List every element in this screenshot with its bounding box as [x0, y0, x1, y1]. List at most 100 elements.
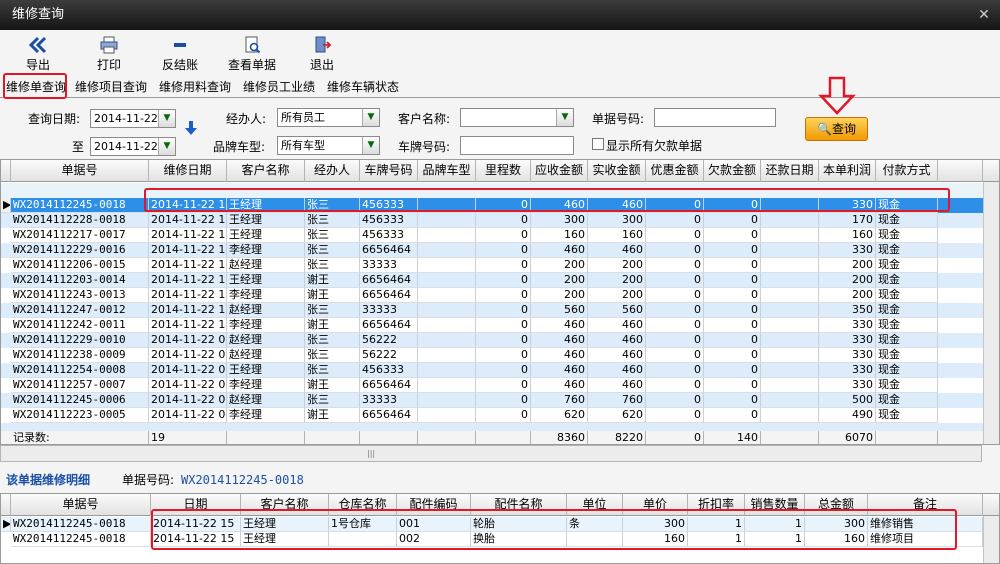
- table-cell: 现金: [876, 393, 938, 408]
- table-row[interactable]: WX2014112206-0015 2014-11-22 11 赵经理 张三 33333…: [1, 258, 983, 273]
- handler-select[interactable]: 所有员工 ▼: [277, 108, 380, 127]
- detail-column-header[interactable]: 配件名称: [471, 494, 567, 516]
- detail-cell: 条: [567, 517, 623, 532]
- chevron-down-icon[interactable]: ▼: [158, 138, 175, 155]
- tab-vehicle-status[interactable]: 维修车辆状态: [327, 78, 399, 95]
- column-header[interactable]: 品牌车型: [418, 160, 476, 182]
- main-horizontal-scrollbar[interactable]: |||: [0, 445, 982, 462]
- table-row[interactable]: WX2014112217-0017 2014-11-22 15 王经理 张三 45633…: [1, 228, 983, 243]
- detail-row[interactable]: ▶ WX2014112245-0018 2014-11-22 15 王经理 1号仓库 00…: [1, 517, 983, 532]
- detail-column-header[interactable]: 仓库名称: [329, 494, 397, 516]
- column-header[interactable]: 实收金额: [588, 160, 646, 182]
- plate-input[interactable]: [460, 136, 574, 155]
- detail-cell: 换胎: [471, 532, 567, 547]
- date-to-picker[interactable]: 2014-11-22 ▼: [90, 137, 176, 156]
- exit-button[interactable]: 退出: [308, 36, 336, 73]
- scroll-grip-icon[interactable]: |||: [367, 449, 375, 458]
- detail-cell: 160: [623, 532, 688, 547]
- table-cell: WX2014112247-0012: [11, 303, 149, 318]
- column-header[interactable]: 经办人: [305, 160, 360, 182]
- column-header[interactable]: 应收金额: [531, 160, 588, 182]
- tab-repair-item-query[interactable]: 维修项目查询: [75, 78, 147, 95]
- table-row[interactable]: WX2014112245-0006 2014-11-22 09 赵经理 张三 33333…: [1, 393, 983, 408]
- tab-repair-order-query[interactable]: 维修单查询: [6, 78, 66, 95]
- handler-value: 所有员工: [281, 111, 325, 124]
- table-cell: 张三: [305, 258, 360, 273]
- table-cell: WX2014112228-0018: [11, 213, 149, 228]
- export-label: 导出: [25, 58, 50, 72]
- column-header[interactable]: 客户名称: [227, 160, 305, 182]
- column-header[interactable]: 欠款金额: [704, 160, 761, 182]
- main-vertical-scrollbar[interactable]: [983, 182, 999, 444]
- table-cell: 2014-11-22 11: [149, 258, 227, 273]
- table-row[interactable]: WX2014112223-0005 2014-11-22 09 李经理 谢王 66564…: [1, 408, 983, 423]
- table-cell: 现金: [876, 318, 938, 333]
- view-document-button[interactable]: 查看单据: [226, 36, 278, 73]
- chevron-down-icon[interactable]: ▼: [158, 110, 175, 127]
- tab-repair-material-query[interactable]: 维修用料查询: [159, 78, 231, 95]
- detail-column-header[interactable]: 单价: [623, 494, 688, 516]
- table-cell: 赵经理: [227, 333, 305, 348]
- detail-column-header[interactable]: 配件编码: [397, 494, 471, 516]
- column-header[interactable]: 单据号: [11, 160, 149, 182]
- detail-column-header[interactable]: 总金额: [805, 494, 868, 516]
- table-cell: 2014-11-22 09: [149, 378, 227, 393]
- detail-row[interactable]: WX2014112245-0018 2014-11-22 15 王经理 002 换胎 16…: [1, 532, 983, 547]
- table-cell: 现金: [876, 258, 938, 273]
- detail-vertical-scrollbar[interactable]: [983, 516, 999, 563]
- column-header-filler: [938, 160, 983, 182]
- column-header[interactable]: 本单利润: [819, 160, 876, 182]
- table-cell: 0: [646, 333, 704, 348]
- chevron-down-icon[interactable]: ▼: [556, 109, 573, 126]
- query-button[interactable]: 🔍查询: [805, 117, 868, 141]
- table-row[interactable]: WX2014112243-0013 2014-11-22 10 李经理 谢王 66564…: [1, 288, 983, 303]
- export-button[interactable]: 导出: [24, 36, 52, 73]
- table-cell: 56222: [360, 333, 418, 348]
- table-row[interactable]: WX2014112254-0008 2014-11-22 09 王经理 张三 45633…: [1, 363, 983, 378]
- chevron-down-icon[interactable]: ▼: [362, 109, 379, 126]
- close-icon[interactable]: ✕: [976, 7, 992, 23]
- table-cell: 0: [704, 198, 761, 213]
- table-cell: 赵经理: [227, 303, 305, 318]
- table-cell: 33333: [360, 258, 418, 273]
- table-row[interactable]: WX2014112247-0012 2014-11-22 10 赵经理 张三 33333…: [1, 303, 983, 318]
- table-row[interactable]: WX2014112229-0016 2014-11-22 14 李经理 张三 66564…: [1, 243, 983, 258]
- tab-employee-performance[interactable]: 维修员工业绩: [243, 78, 315, 95]
- main-grid: 单据号 维修日期 客户名称 经办人 车牌号码 品牌车型 里程数 应收金额 实收金额 优惠金额 欠款金…: [0, 159, 1000, 445]
- chevron-down-icon[interactable]: ▼: [362, 137, 379, 154]
- table-cell: 0: [704, 288, 761, 303]
- detail-column-header[interactable]: 折扣率: [688, 494, 745, 516]
- detail-column-header[interactable]: 单位: [567, 494, 623, 516]
- customer-select[interactable]: ▼: [460, 108, 574, 127]
- print-button[interactable]: 打印: [94, 36, 124, 73]
- table-row[interactable]: WX2014112228-0018 2014-11-22 15 王经理 张三 45633…: [1, 213, 983, 228]
- column-header[interactable]: 还款日期: [761, 160, 819, 182]
- column-header[interactable]: 优惠金额: [646, 160, 704, 182]
- column-header[interactable]: 付款方式: [876, 160, 938, 182]
- date-from-picker[interactable]: 2014-11-22 ▼: [90, 109, 176, 128]
- detail-column-header[interactable]: 单据号: [11, 494, 151, 516]
- detail-cell: 维修项目: [868, 532, 983, 547]
- column-header[interactable]: 里程数: [476, 160, 531, 182]
- table-cell: 张三: [305, 363, 360, 378]
- table-row[interactable]: WX2014112257-0007 2014-11-22 09 李经理 谢王 66564…: [1, 378, 983, 393]
- column-header[interactable]: 车牌号码: [360, 160, 418, 182]
- detail-grid: 单据号 日期 客户名称 仓库名称 配件编码 配件名称 单位 单价 折扣率 销售数量 总金额 备注 ▶ W…: [0, 493, 1000, 564]
- brand-select[interactable]: 所有车型 ▼: [277, 136, 380, 155]
- column-header[interactable]: 维修日期: [149, 160, 227, 182]
- table-row[interactable]: ▶ WX2014112245-0018 2014-11-22 15 王经理 张三 4563…: [1, 198, 983, 213]
- table-cell: 现金: [876, 408, 938, 423]
- detail-column-header[interactable]: 日期: [151, 494, 241, 516]
- table-cell: WX2014112229-0016: [11, 243, 149, 258]
- table-row[interactable]: WX2014112229-0010 2014-11-22 09 赵经理 张三 56222…: [1, 333, 983, 348]
- doc-input[interactable]: [654, 108, 776, 127]
- detail-column-header[interactable]: 客户名称: [241, 494, 329, 516]
- show-debt-checkbox[interactable]: [592, 138, 604, 150]
- table-row[interactable]: WX2014112203-0014 2014-11-22 11 王经理 谢王 66564…: [1, 273, 983, 288]
- detail-column-header[interactable]: 销售数量: [745, 494, 805, 516]
- table-cell: 张三: [305, 213, 360, 228]
- table-row[interactable]: WX2014112242-0011 2014-11-22 10 李经理 谢王 66564…: [1, 318, 983, 333]
- table-row[interactable]: WX2014112238-0009 2014-11-22 09 赵经理 张三 56222…: [1, 348, 983, 363]
- reverse-checkout-button[interactable]: 反结账: [160, 36, 200, 73]
- detail-column-header[interactable]: 备注: [868, 494, 983, 516]
